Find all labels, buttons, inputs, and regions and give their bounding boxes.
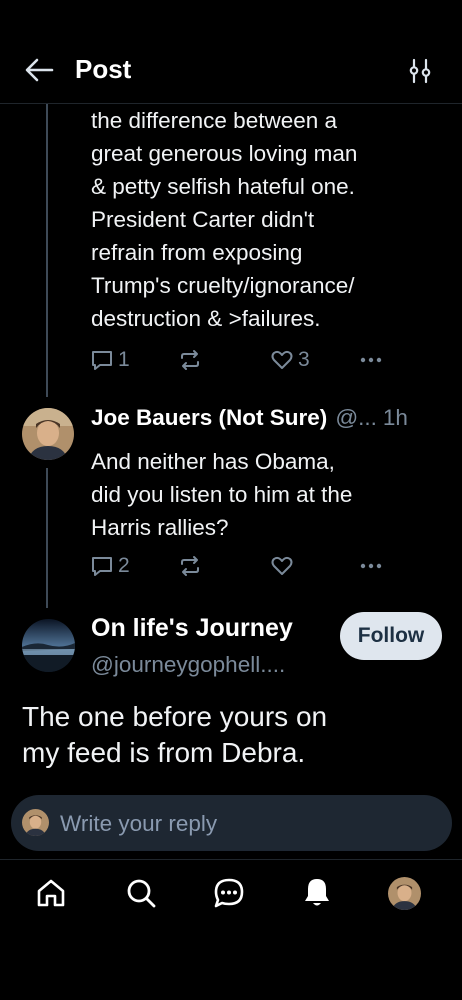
more-icon — [360, 357, 382, 363]
author-handle: @... — [335, 405, 377, 430]
main-author-name[interactable]: On life's Journey — [91, 614, 293, 643]
more-button[interactable] — [358, 348, 384, 372]
top-bar: Post — [0, 0, 462, 104]
author-name[interactable]: Joe Bauers (Not Sure) — [91, 405, 327, 431]
heart-icon — [271, 350, 293, 369]
repost-button[interactable] — [178, 348, 202, 372]
follow-button[interactable]: Follow — [340, 612, 442, 660]
repost-icon — [181, 556, 199, 576]
chat-icon[interactable] — [212, 876, 246, 910]
more-button[interactable] — [358, 554, 384, 578]
reply-button[interactable]: 1 — [90, 348, 130, 372]
main-author-handle: @journeygophell.... — [91, 652, 286, 677]
avatar[interactable] — [22, 408, 74, 460]
reply-button[interactable]: 2 — [90, 554, 130, 578]
search-icon[interactable] — [124, 876, 158, 910]
thread-line — [46, 468, 48, 608]
reply-composer: Write your reply — [0, 781, 462, 860]
like-button[interactable]: 3 — [270, 348, 310, 372]
reply-input[interactable]: Write your reply — [11, 795, 452, 851]
avatar — [22, 809, 49, 836]
repost-icon — [181, 350, 199, 370]
avatar[interactable] — [22, 619, 75, 672]
reply-icon — [92, 557, 112, 576]
like-button[interactable] — [270, 554, 294, 578]
parent-post-actions: 1 3 — [90, 348, 390, 378]
page-title: Post — [75, 54, 132, 84]
more-icon — [360, 563, 382, 569]
repost-button[interactable] — [178, 554, 202, 578]
back-arrow-icon[interactable] — [24, 57, 54, 83]
bottom-tab-bar — [0, 860, 462, 1000]
home-icon[interactable] — [34, 876, 68, 910]
main-post-text: The one before yours on my feed is from … — [22, 701, 328, 768]
profile-avatar[interactable] — [388, 877, 421, 910]
like-count: 3 — [298, 348, 310, 371]
reply-post-header: Joe Bauers (Not Sure) @... 1h — [91, 405, 451, 431]
reply-icon — [92, 351, 112, 370]
post-time: 1h — [382, 405, 408, 430]
reply-post-actions: 2 — [90, 554, 390, 584]
heart-icon — [271, 556, 293, 575]
reply-count: 2 — [118, 554, 130, 577]
reply-placeholder: Write your reply — [60, 811, 218, 836]
sliders-icon[interactable] — [406, 57, 434, 85]
reply-post-text: And neither has Obama, did you listen to… — [91, 449, 353, 540]
thread-line — [46, 104, 48, 397]
notifications-icon[interactable] — [300, 876, 334, 910]
parent-post-text: the difference between a great generous … — [91, 108, 358, 331]
reply-count: 1 — [118, 348, 130, 371]
